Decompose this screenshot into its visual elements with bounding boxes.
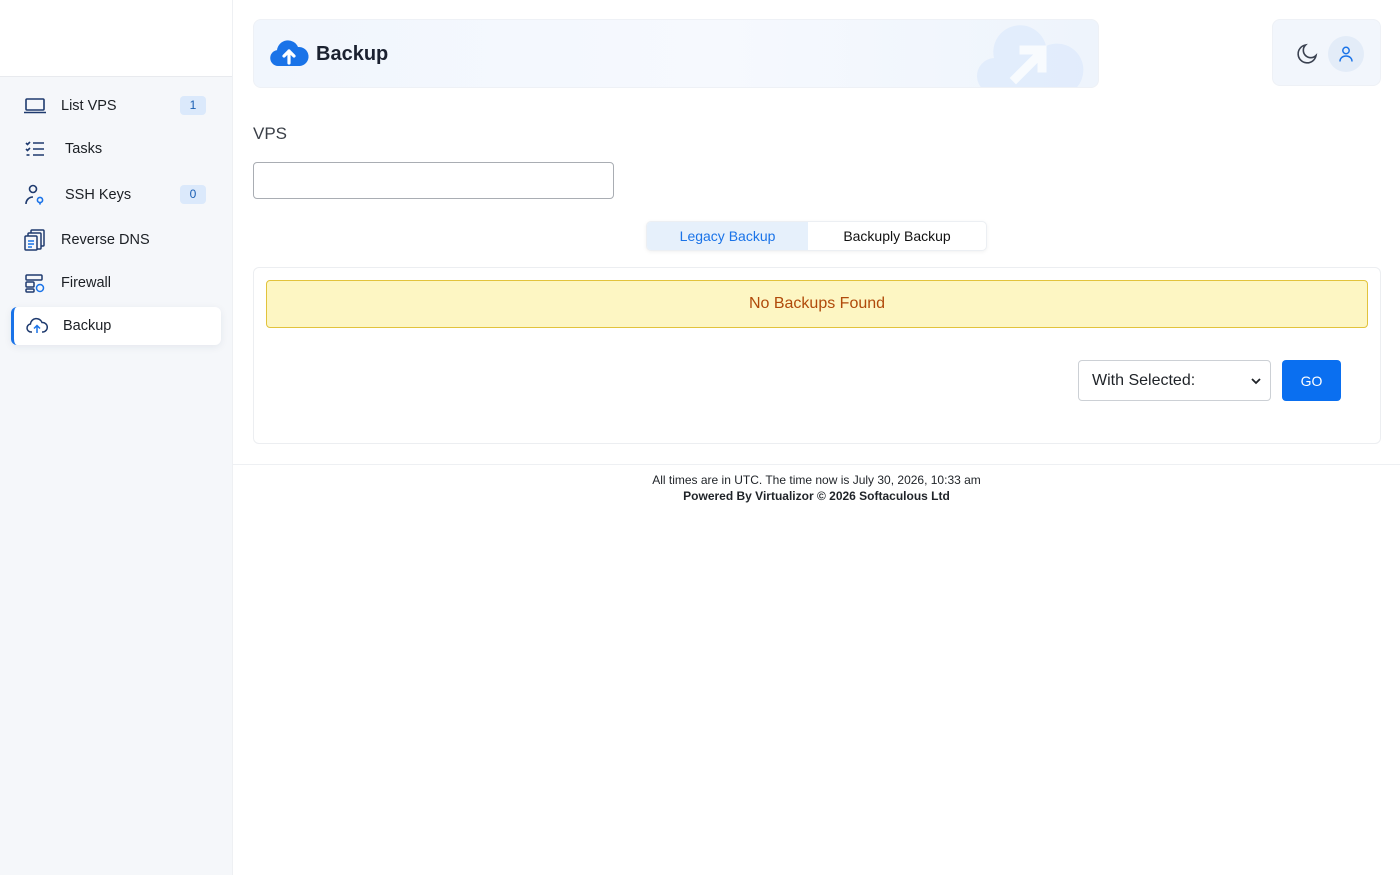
sidebar-item-label: List VPS — [61, 98, 117, 114]
page-header: Backup — [253, 19, 1099, 88]
vps-count-badge: 1 — [180, 96, 206, 115]
no-backups-alert: No Backups Found — [266, 280, 1368, 328]
sidebar-item-backup[interactable]: Backup — [11, 307, 221, 345]
user-icon — [1339, 46, 1353, 62]
laptop-icon — [23, 94, 47, 118]
cloud-upload-icon — [25, 314, 49, 338]
task-list-icon — [23, 137, 47, 161]
go-button[interactable]: GO — [1282, 360, 1341, 401]
footer-powered-by: Powered By Virtualizor © 2026 Softaculou… — [683, 489, 950, 503]
firewall-icon — [23, 271, 47, 295]
tab-legacy-backup[interactable]: Legacy Backup — [647, 222, 809, 250]
sidebar: List VPS 1 Tasks SSH Keys 0 Reverse DNS — [0, 0, 233, 875]
user-key-icon — [23, 183, 47, 207]
backup-panel: No Backups Found With Selected: GO — [253, 267, 1381, 444]
sidebar-logo-area — [0, 0, 232, 77]
sidebar-item-ssh-keys[interactable]: SSH Keys 0 — [11, 176, 221, 214]
moon-icon[interactable] — [1295, 40, 1321, 66]
sidebar-item-firewall[interactable]: Firewall — [11, 264, 221, 302]
sidebar-item-list-vps[interactable]: List VPS 1 — [11, 87, 221, 125]
topbar-controls — [1272, 19, 1381, 86]
sidebar-item-label: Tasks — [65, 141, 103, 157]
sidebar-item-label: Backup — [63, 318, 112, 334]
vps-input[interactable] — [253, 162, 614, 199]
with-selected-dropdown[interactable]: With Selected: — [1078, 360, 1271, 401]
backup-type-tabs: Legacy Backup Backuply Backup — [646, 221, 987, 251]
sidebar-item-label: Firewall — [61, 275, 111, 291]
footer-divider — [233, 464, 1400, 465]
page-title: Backup — [316, 43, 389, 65]
chevron-down-icon — [1251, 378, 1261, 385]
ssh-keys-count-badge: 0 — [180, 185, 206, 204]
sidebar-item-reverse-dns[interactable]: Reverse DNS — [11, 221, 221, 259]
user-menu-button[interactable] — [1328, 36, 1364, 72]
cloud-decoration-icon — [976, 25, 1084, 87]
sidebar-item-label: Reverse DNS — [61, 232, 150, 248]
dropdown-selected-value: With Selected: — [1092, 371, 1196, 389]
sidebar-item-tasks[interactable]: Tasks — [11, 130, 221, 168]
vps-label: VPS — [253, 124, 288, 143]
footer-time-text: All times are in UTC. The time now is Ju… — [652, 473, 981, 487]
documents-icon — [23, 228, 47, 252]
sidebar-item-label: SSH Keys — [65, 187, 132, 203]
sidebar-nav: List VPS 1 Tasks SSH Keys 0 Reverse DNS — [0, 77, 232, 345]
tab-backuply-backup[interactable]: Backuply Backup — [808, 222, 986, 250]
cloud-upload-icon — [270, 40, 309, 66]
